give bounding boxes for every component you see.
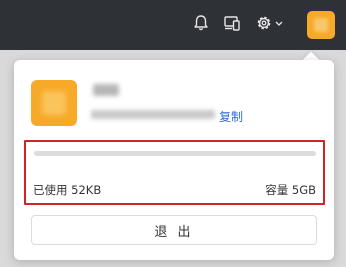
bell-icon[interactable] [191, 13, 211, 33]
avatar-image [314, 18, 328, 32]
storage-used-label: 已使用 52KB [33, 183, 102, 197]
chevron-down-icon[interactable] [272, 13, 286, 33]
avatar-image [42, 91, 66, 115]
email-redacted [91, 110, 215, 119]
account-popover: 复制 已使用 52KB 容量 5GB 退 出 [14, 60, 334, 260]
devices-icon[interactable] [222, 13, 242, 33]
storage-progress-bar [34, 151, 316, 156]
logout-button[interactable]: 退 出 [31, 215, 317, 245]
storage-usage-panel: 已使用 52KB 容量 5GB [24, 140, 325, 205]
topbar-avatar[interactable] [307, 11, 335, 39]
username-redacted [93, 84, 119, 96]
copy-button[interactable]: 复制 [219, 108, 243, 125]
storage-capacity-label: 容量 5GB [265, 183, 316, 197]
gear-icon[interactable] [254, 13, 274, 33]
user-avatar [31, 80, 77, 126]
top-bar [0, 0, 346, 50]
